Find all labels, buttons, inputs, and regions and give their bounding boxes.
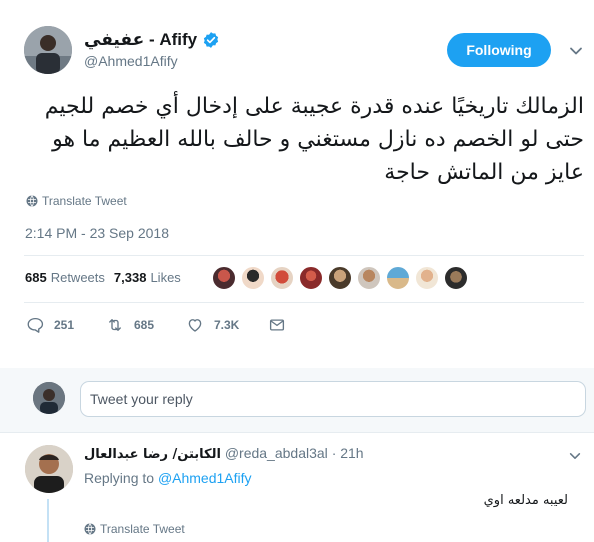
tweet-stats: 685 Retweets 7,338 Likes bbox=[25, 270, 190, 285]
retweets-label: Retweets bbox=[50, 270, 105, 285]
reply-icon bbox=[27, 317, 44, 333]
retweet-count: 685 bbox=[134, 318, 155, 332]
likes-count: 7,338 bbox=[113, 270, 147, 285]
divider bbox=[24, 255, 584, 256]
following-button[interactable]: Following bbox=[447, 33, 551, 67]
liker-avatar[interactable] bbox=[299, 266, 323, 290]
tweet-reply-input[interactable] bbox=[80, 381, 586, 417]
tweet-actions: 251 685 7.3K bbox=[26, 316, 296, 334]
reply-count: 251 bbox=[54, 318, 75, 332]
reply-translate-link[interactable]: Translate Tweet bbox=[84, 522, 185, 536]
reply-action[interactable]: 251 bbox=[26, 316, 106, 334]
reply-header: الكابتن/ رضا عبدالعال @reda_abdal3al · 2… bbox=[84, 445, 364, 462]
liker-avatar[interactable] bbox=[212, 266, 236, 290]
author-name-row[interactable]: عفيفي - Afify bbox=[84, 30, 220, 50]
like-count: 7.3K bbox=[214, 318, 240, 332]
likes-stat[interactable]: 7,338 Likes bbox=[114, 270, 181, 285]
direct-message-action[interactable] bbox=[268, 316, 296, 334]
retweets-count: 685 bbox=[25, 270, 47, 285]
liker-avatar[interactable] bbox=[357, 266, 381, 290]
retweet-action[interactable]: 685 bbox=[106, 316, 186, 334]
reply-text: لعيبه مدلعه اوي bbox=[483, 493, 568, 508]
liker-avatar[interactable] bbox=[270, 266, 294, 290]
likes-label: Likes bbox=[150, 270, 181, 285]
reply-author-avatar[interactable] bbox=[25, 445, 73, 493]
envelope-icon bbox=[269, 319, 285, 331]
tweet-timestamp[interactable]: 2:14 PM - 23 Sep 2018 bbox=[25, 225, 169, 241]
reply-tweet[interactable]: الكابتن/ رضا عبدالعال @reda_abdal3al · 2… bbox=[0, 432, 594, 542]
liker-avatar[interactable] bbox=[241, 266, 265, 290]
tweet-text: الزمالك تاريخيًا عنده قدرة عجيبة على إدخ… bbox=[44, 94, 584, 185]
heart-icon bbox=[188, 319, 202, 332]
reply-translate-label[interactable]: Translate Tweet bbox=[100, 522, 185, 536]
author-handle[interactable]: @Ahmed1Afify bbox=[84, 53, 178, 69]
globe-icon bbox=[84, 523, 96, 535]
like-action[interactable]: 7.3K bbox=[186, 316, 268, 334]
liker-avatar[interactable] bbox=[328, 266, 352, 290]
liker-avatar[interactable] bbox=[444, 266, 468, 290]
verified-badge-icon bbox=[204, 32, 219, 48]
thread-line bbox=[47, 499, 49, 542]
chevron-down-icon[interactable] bbox=[568, 43, 584, 59]
globe-icon bbox=[26, 195, 38, 207]
translate-tweet-link[interactable]: Translate Tweet bbox=[26, 194, 127, 208]
replying-to-prefix: Replying to bbox=[84, 470, 155, 486]
reply-author-name[interactable]: الكابتن/ رضا عبدالعال bbox=[84, 447, 221, 462]
retweet-icon bbox=[109, 319, 121, 331]
divider bbox=[24, 302, 584, 303]
retweets-stat[interactable]: 685 Retweets bbox=[25, 270, 105, 285]
reply-time[interactable]: · 21h bbox=[332, 445, 364, 461]
chevron-down-icon[interactable] bbox=[568, 449, 582, 463]
liker-avatars bbox=[212, 266, 473, 290]
replying-to: Replying to @Ahmed1Afify bbox=[84, 470, 252, 486]
author-display-name[interactable]: عفيفي - Afify bbox=[84, 30, 197, 50]
current-user-avatar[interactable] bbox=[33, 382, 65, 414]
liker-avatar[interactable] bbox=[386, 266, 410, 290]
translate-tweet-label[interactable]: Translate Tweet bbox=[42, 194, 127, 208]
author-avatar[interactable] bbox=[24, 26, 72, 74]
replying-to-handle[interactable]: @Ahmed1Afify bbox=[158, 470, 252, 486]
liker-avatar[interactable] bbox=[415, 266, 439, 290]
reply-author-handle[interactable]: @reda_abdal3al bbox=[225, 445, 328, 461]
